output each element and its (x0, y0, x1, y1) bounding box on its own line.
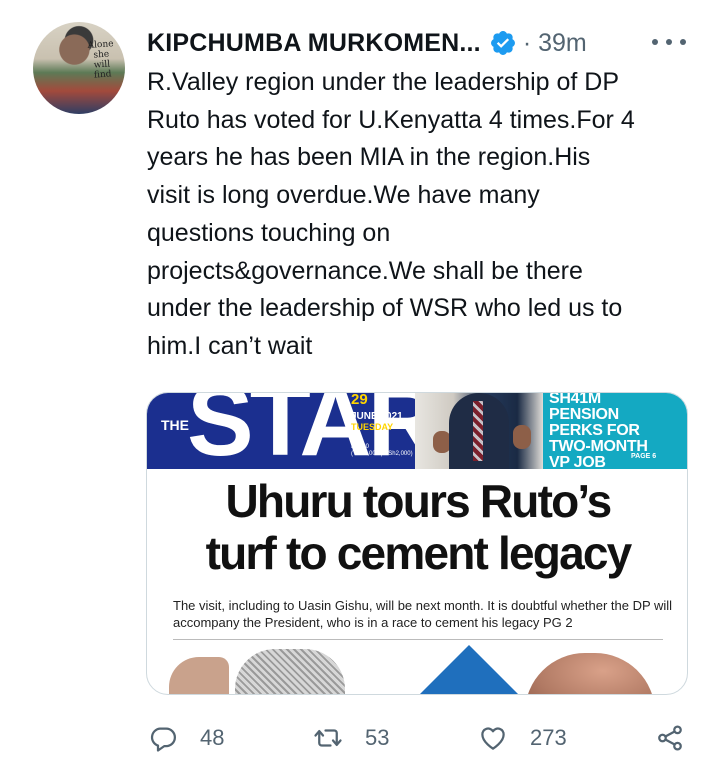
retweet-icon (314, 729, 342, 747)
tweet-time-value: 39m (538, 28, 587, 57)
reply-button[interactable]: 48 (148, 718, 224, 758)
more-options-button[interactable] (652, 28, 686, 56)
like-count: 273 (530, 725, 567, 750)
masthead-price: KSh60 (TSh1,000 | USh2,000) (351, 444, 413, 457)
tweet-header: KIPCHUMBA MURKOMEN... · 39m (147, 24, 587, 62)
tweet-text: R.Valley region under the leadership of … (147, 68, 635, 360)
retweet-button[interactable]: 53 (313, 718, 389, 758)
retweet-count: 53 (365, 725, 390, 750)
tweet-actions: 48 53 273 (0, 718, 720, 762)
verified-badge-icon (490, 31, 515, 55)
masthead-teaser: SH41M PENSION PERKS FOR TWO-MONTH VP JOB… (543, 393, 687, 471)
masthead-photo (415, 393, 543, 469)
photo-blue-shape (409, 645, 529, 694)
avatar-scrawl: Alone she will find (87, 39, 114, 81)
reply-icon (150, 727, 176, 752)
newspaper-masthead: THE STAR 29 JUNE 2021 TUESDAY KSh60 (TSh… (147, 393, 687, 471)
tweet-media-image[interactable]: THE STAR 29 JUNE 2021 TUESDAY KSh60 (TSh… (146, 392, 688, 695)
more-dot (652, 39, 658, 45)
photo-cap (235, 649, 345, 694)
heart-icon (481, 727, 505, 750)
like-button[interactable]: 273 (478, 718, 567, 758)
share-button[interactable] (655, 718, 685, 758)
photo-person-1 (169, 657, 229, 694)
newspaper-headline: Uhuru tours Ruto’s turf to cement legacy (205, 475, 633, 579)
more-dot (666, 39, 672, 45)
masthead-the: THE (161, 417, 189, 433)
newspaper-photos (147, 645, 687, 694)
masthead-day: 29 (351, 393, 368, 408)
masthead-date: JUNE 2021 (351, 411, 403, 422)
more-dot (680, 39, 686, 45)
masthead-logo-panel: THE STAR 29 JUNE 2021 TUESDAY KSh60 (TSh… (147, 393, 415, 469)
photo-tie (473, 401, 483, 461)
share-icon (658, 725, 682, 751)
author-avatar[interactable]: Alone she will find (33, 22, 125, 114)
photo-person-2 (525, 653, 655, 694)
teaser-page: PAGE 6 (631, 453, 657, 460)
photo-hand-right (513, 425, 531, 449)
tweet-time[interactable]: · 39m (523, 29, 587, 58)
newspaper-standfirst: The visit, including to Uasin Gishu, wil… (173, 598, 673, 630)
reply-count: 48 (200, 725, 225, 750)
author-name[interactable]: KIPCHUMBA MURKOMEN... (147, 29, 481, 58)
masthead-weekday: TUESDAY (351, 422, 394, 432)
divider (173, 639, 663, 640)
